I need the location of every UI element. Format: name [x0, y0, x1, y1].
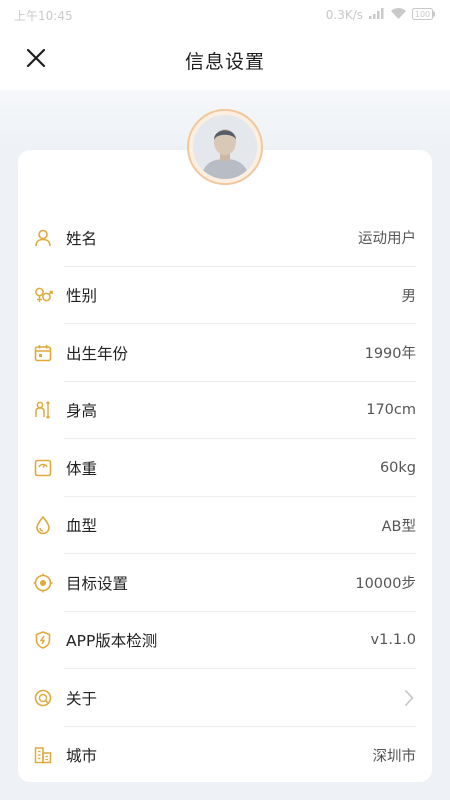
battery-icon: 100	[412, 7, 436, 23]
row-goal-setting[interactable]: 目标设置 10000步	[18, 554, 432, 612]
row-value: 1990年	[364, 346, 416, 363]
row-city[interactable]: 城市 深圳市	[18, 727, 432, 785]
avatar-image[interactable]	[193, 115, 257, 179]
wifi-icon	[391, 8, 406, 22]
status-time: 上午10:45	[14, 8, 73, 23]
row-label: 关于	[66, 689, 98, 708]
blood-drop-icon	[32, 514, 54, 536]
row-value: 深圳市	[372, 748, 417, 765]
row-app-version[interactable]: APP版本检测 v1.1.0	[18, 612, 432, 670]
signal-icon	[369, 8, 385, 22]
settings-list: 姓名 运动用户 性别 男 出生年份 1990年 身高 170cm 体重 60kg	[18, 209, 432, 784]
row-blood-type[interactable]: 血型 AB型	[18, 497, 432, 555]
row-label: 姓名	[66, 229, 98, 248]
row-label: 性别	[66, 287, 98, 306]
calendar-icon	[32, 342, 54, 364]
status-bar: 上午10:45 0.3K/s 100	[0, 0, 450, 30]
person-icon	[32, 227, 54, 249]
row-about[interactable]: 关于	[18, 669, 432, 727]
row-label: 血型	[66, 517, 98, 536]
row-label: 身高	[66, 402, 98, 421]
row-value: 60kg	[379, 459, 416, 476]
header-bar: 信息设置	[0, 30, 450, 90]
row-name[interactable]: 姓名 运动用户	[18, 209, 432, 267]
city-icon	[32, 744, 54, 766]
row-gender[interactable]: 性别 男	[18, 267, 432, 325]
scale-icon	[32, 457, 54, 479]
close-button[interactable]	[20, 44, 52, 76]
target-icon	[32, 572, 54, 594]
row-value: 运动用户	[358, 231, 416, 248]
row-label: 体重	[66, 459, 98, 478]
chevron-right-icon[interactable]	[402, 687, 416, 709]
row-label: 城市	[66, 747, 98, 766]
avatar[interactable]	[187, 109, 263, 185]
row-label: 目标设置	[66, 574, 129, 593]
height-icon	[32, 399, 54, 421]
row-height[interactable]: 身高 170cm	[18, 382, 432, 440]
close-icon[interactable]	[26, 48, 46, 72]
row-value: 10000步	[355, 576, 416, 593]
page-title: 信息设置	[184, 50, 265, 73]
info-icon	[32, 687, 54, 709]
row-value: v1.1.0	[370, 632, 416, 649]
row-label: 出生年份	[66, 344, 129, 363]
row-label: APP版本检测	[66, 632, 158, 651]
row-weight[interactable]: 体重 60kg	[18, 439, 432, 497]
gender-icon	[32, 284, 54, 306]
network-speed: 0.3K/s	[325, 8, 363, 22]
battery-level: 100	[415, 10, 430, 19]
row-birth-year[interactable]: 出生年份 1990年	[18, 324, 432, 382]
row-value: 170cm	[366, 402, 416, 419]
shield-icon	[32, 629, 54, 651]
row-value: 男	[401, 288, 417, 305]
status-indicators: 0.3K/s 100	[325, 7, 436, 23]
row-value: AB型	[381, 518, 416, 535]
